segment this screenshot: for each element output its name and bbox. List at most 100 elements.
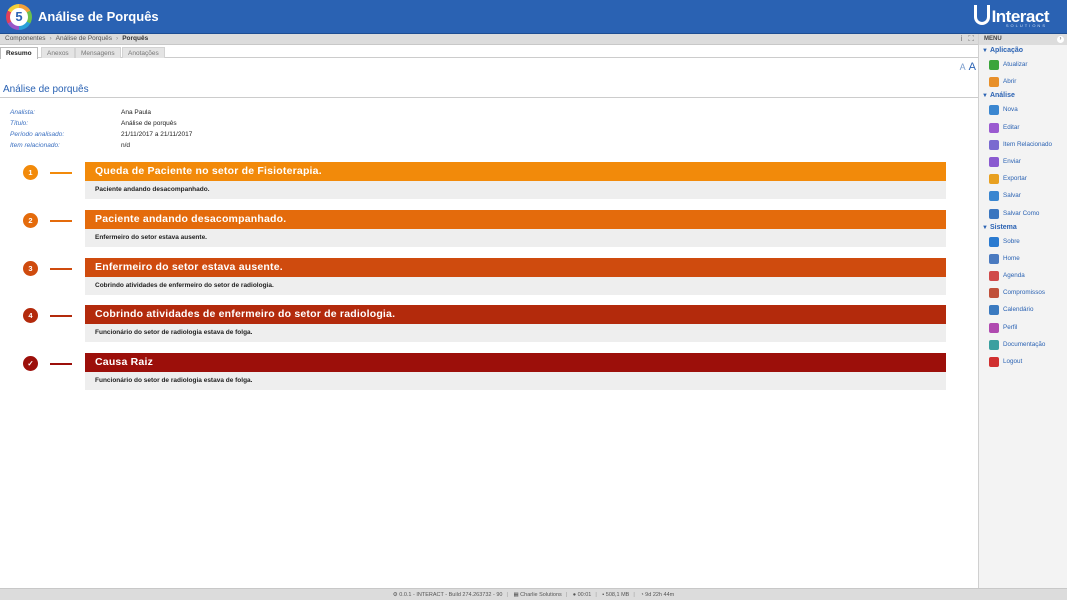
menu-item[interactable]: Calendário [979, 301, 1067, 318]
why-step-answer: Paciente andando desacompanhado. [85, 181, 946, 199]
meta-row-analyst: Analista: Ana Paula [10, 107, 192, 118]
meta-value: Análise de porquês [121, 120, 177, 127]
tab-anexos[interactable]: Anexos [41, 47, 75, 58]
menu-item[interactable]: Atualizar [979, 56, 1067, 73]
why-connector [50, 363, 72, 365]
why-step-badge: 2 [23, 213, 38, 228]
why-connector [50, 220, 72, 222]
menu-item[interactable]: Sobre [979, 233, 1067, 250]
why-step-heading: Queda de Paciente no setor de Fisioterap… [85, 162, 946, 181]
root-cause: ✓ Causa Raiz Funcionário do setor de rad… [0, 353, 978, 391]
tab-bar: Resumo Anexos Mensagens Anotações [0, 46, 978, 59]
breadcrumb: Componentes › Análise de Porquês › Porquês [5, 35, 148, 42]
app-title: Análise de Porquês [38, 9, 159, 24]
menu-item-label: Documentação [1003, 340, 1046, 348]
check-icon: ✓ [23, 356, 38, 371]
font-increase-button[interactable]: A [969, 61, 976, 73]
edit-icon [989, 122, 999, 133]
page-title: Análise de porquês [3, 84, 89, 95]
menu-groups: ▼ Aplicação Atualizar Abrir ▼ Análise Nova Edit… [979, 45, 1067, 370]
menu-item[interactable]: Item Relacionado [979, 136, 1067, 153]
menu-item-label: Exportar [1003, 175, 1027, 183]
menu-item[interactable]: Abrir [979, 73, 1067, 90]
menu-item-label: Calendário [1003, 306, 1034, 314]
fullscreen-icon[interactable]: ⛶ [968, 34, 974, 43]
breadcrumb-separator-icon: › [49, 35, 52, 42]
menu-item[interactable]: Home [979, 250, 1067, 267]
tab-anotacoes[interactable]: Anotações [122, 47, 165, 58]
menu-item-label: Enviar [1003, 157, 1021, 165]
menu-item[interactable]: Enviar [979, 153, 1067, 170]
root-cause-heading: Causa Raiz [85, 353, 946, 372]
menu-title: MENU [984, 36, 1002, 42]
root-cause-answer: Funcionário do setor de radiologia estav… [85, 372, 946, 390]
menu-item-label: Atualizar [1003, 61, 1028, 68]
font-decrease-button[interactable]: A [960, 62, 966, 72]
tab-resumo[interactable]: Resumo [0, 47, 38, 59]
send-icon [989, 156, 999, 167]
info-icon[interactable]: i [961, 34, 963, 43]
tab-mensagens[interactable]: Mensagens [75, 47, 121, 58]
company-text: Charlie Solutions [520, 592, 562, 598]
expand-triangle-icon: ▼ [982, 93, 988, 100]
refresh-icon [989, 60, 999, 70]
menu-item[interactable]: Logout [979, 353, 1067, 370]
clock-info: ● 00:01 [572, 592, 592, 598]
breadcrumb-bar: Componentes › Análise de Porquês › Porquês i… [0, 34, 978, 45]
profile-icon [989, 322, 999, 333]
home-icon [989, 253, 999, 264]
why-step-answer: Funcionário do setor de radiologia estav… [85, 324, 946, 342]
why-step-answer: Enfermeiro do setor estava ausente. [85, 229, 946, 247]
menu-item-label: Editar [1003, 123, 1020, 131]
menu-group-title[interactable]: ▼ Sistema [979, 222, 1067, 233]
save-as-icon [989, 208, 999, 219]
menu-item[interactable]: Salvar [979, 187, 1067, 204]
menu-item-label: Item Relacionado [1003, 140, 1053, 148]
uptime-info: ◔ 9d 22h 44m [640, 592, 675, 598]
menu-item-label: Salvar [1003, 192, 1021, 200]
breadcrumb-separator-icon: › [116, 35, 119, 42]
why-connector [50, 172, 72, 174]
menu-group-label: Sistema [989, 223, 1017, 231]
menu-item[interactable]: Salvar Como [979, 205, 1067, 222]
breadcrumb-item-current: Porquês [122, 35, 149, 42]
new-icon [989, 105, 999, 116]
menu-item[interactable]: Perfil [979, 319, 1067, 336]
menu-group-label: Análise [989, 92, 1015, 100]
breadcrumb-tools: i ⛶ [955, 34, 974, 44]
export-icon [989, 174, 999, 185]
meta-row-item: Item relacionado: n/d [10, 140, 192, 151]
memory-info: ▪ 508,1 MB [602, 592, 630, 598]
why-step-heading: Cobrindo atividades de enfermeiro do set… [85, 305, 946, 324]
status-bar: ⚙ 0.0.1 - INTERACT - Build 274.263732 - … [0, 588, 1067, 600]
collapse-menu-icon[interactable]: › [1057, 36, 1064, 43]
sidebar-menu: MENU › ▼ Aplicação Atualizar Abrir ▼ Análise No… [978, 34, 1067, 588]
expand-triangle-icon: ▼ [982, 224, 988, 231]
meta-label: Período analisado: [10, 131, 65, 138]
breadcrumb-item-componentes[interactable]: Componentes [5, 35, 45, 42]
why-step-answer: Cobrindo atividades de enfermeiro do set… [85, 277, 946, 295]
menu-item[interactable]: Exportar [979, 170, 1067, 187]
menu-item-label: Compromissos [1003, 289, 1045, 297]
company-info: ▦ Charlie Solutions [513, 592, 562, 598]
memory-text: 508,1 MB [605, 592, 630, 598]
section-divider [0, 97, 978, 98]
meta-value: Ana Paula [121, 109, 151, 116]
menu-group-label: Aplicação [989, 47, 1024, 54]
menu-item[interactable]: Editar [979, 119, 1067, 136]
info-icon [989, 236, 999, 247]
status-separator: | [633, 592, 635, 598]
meta-value: 21/11/2017 a 21/11/2017 [121, 131, 193, 138]
why-step-badge: 4 [23, 308, 38, 323]
docs-icon [989, 339, 999, 350]
breadcrumb-item-analise[interactable]: Análise de Porquês [56, 35, 112, 42]
menu-item[interactable]: Agenda [979, 267, 1067, 284]
menu-item[interactable]: Nova [979, 101, 1067, 118]
menu-group-title[interactable]: ▼ Aplicação [979, 45, 1067, 56]
menu-group-title[interactable]: ▼ Análise [979, 90, 1067, 101]
status-separator: | [506, 592, 508, 598]
menu-item[interactable]: Compromissos [979, 284, 1067, 301]
app-logo: 5 [6, 4, 32, 30]
meta-row-period: Período analisado: 21/11/2017 a 21/11/201… [10, 129, 192, 140]
menu-item[interactable]: Documentação [979, 336, 1067, 353]
